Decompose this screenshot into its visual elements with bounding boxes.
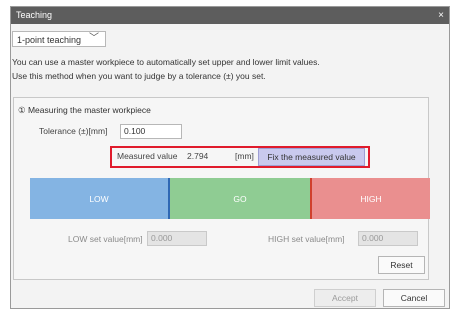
high-set-value-input[interactable]: 0.000 — [358, 231, 418, 246]
high-zone: HIGH — [312, 178, 430, 219]
measured-unit: [mm] — [235, 151, 254, 161]
close-icon[interactable]: × — [438, 7, 444, 24]
judgement-zones: LOW GO HIGH — [30, 178, 430, 219]
reset-button[interactable]: Reset — [378, 256, 425, 274]
description-line-1: You can use a master workpiece to automa… — [12, 57, 320, 67]
fix-measured-value-button[interactable]: Fix the measured value — [258, 148, 365, 166]
measured-value: 2.794 — [187, 151, 209, 161]
high-set-value-label: HIGH set value[mm] — [268, 234, 345, 244]
low-zone: LOW — [30, 178, 170, 219]
title-bar: Teaching × — [11, 7, 449, 24]
teaching-mode-dropdown[interactable]: 1-point teaching ﹀ — [12, 31, 106, 47]
tolerance-input[interactable]: 0.100 — [120, 124, 182, 139]
accept-button[interactable]: Accept — [314, 289, 376, 307]
go-zone: GO — [170, 178, 312, 219]
measured-value-label: Measured value — [117, 151, 178, 161]
low-set-value-label: LOW set value[mm] — [68, 234, 143, 244]
cancel-button[interactable]: Cancel — [383, 289, 445, 307]
teaching-mode-selected: 1-point teaching — [17, 35, 82, 45]
low-set-value-input[interactable]: 0.000 — [147, 231, 207, 246]
section-title: ① Measuring the master workpiece — [18, 105, 151, 115]
chevron-down-icon: ﹀ — [89, 33, 99, 44]
dialog-title: Teaching — [16, 10, 53, 20]
tolerance-label: Tolerance (±)[mm] — [39, 126, 108, 136]
description-line-2: Use this method when you want to judge b… — [12, 71, 266, 81]
